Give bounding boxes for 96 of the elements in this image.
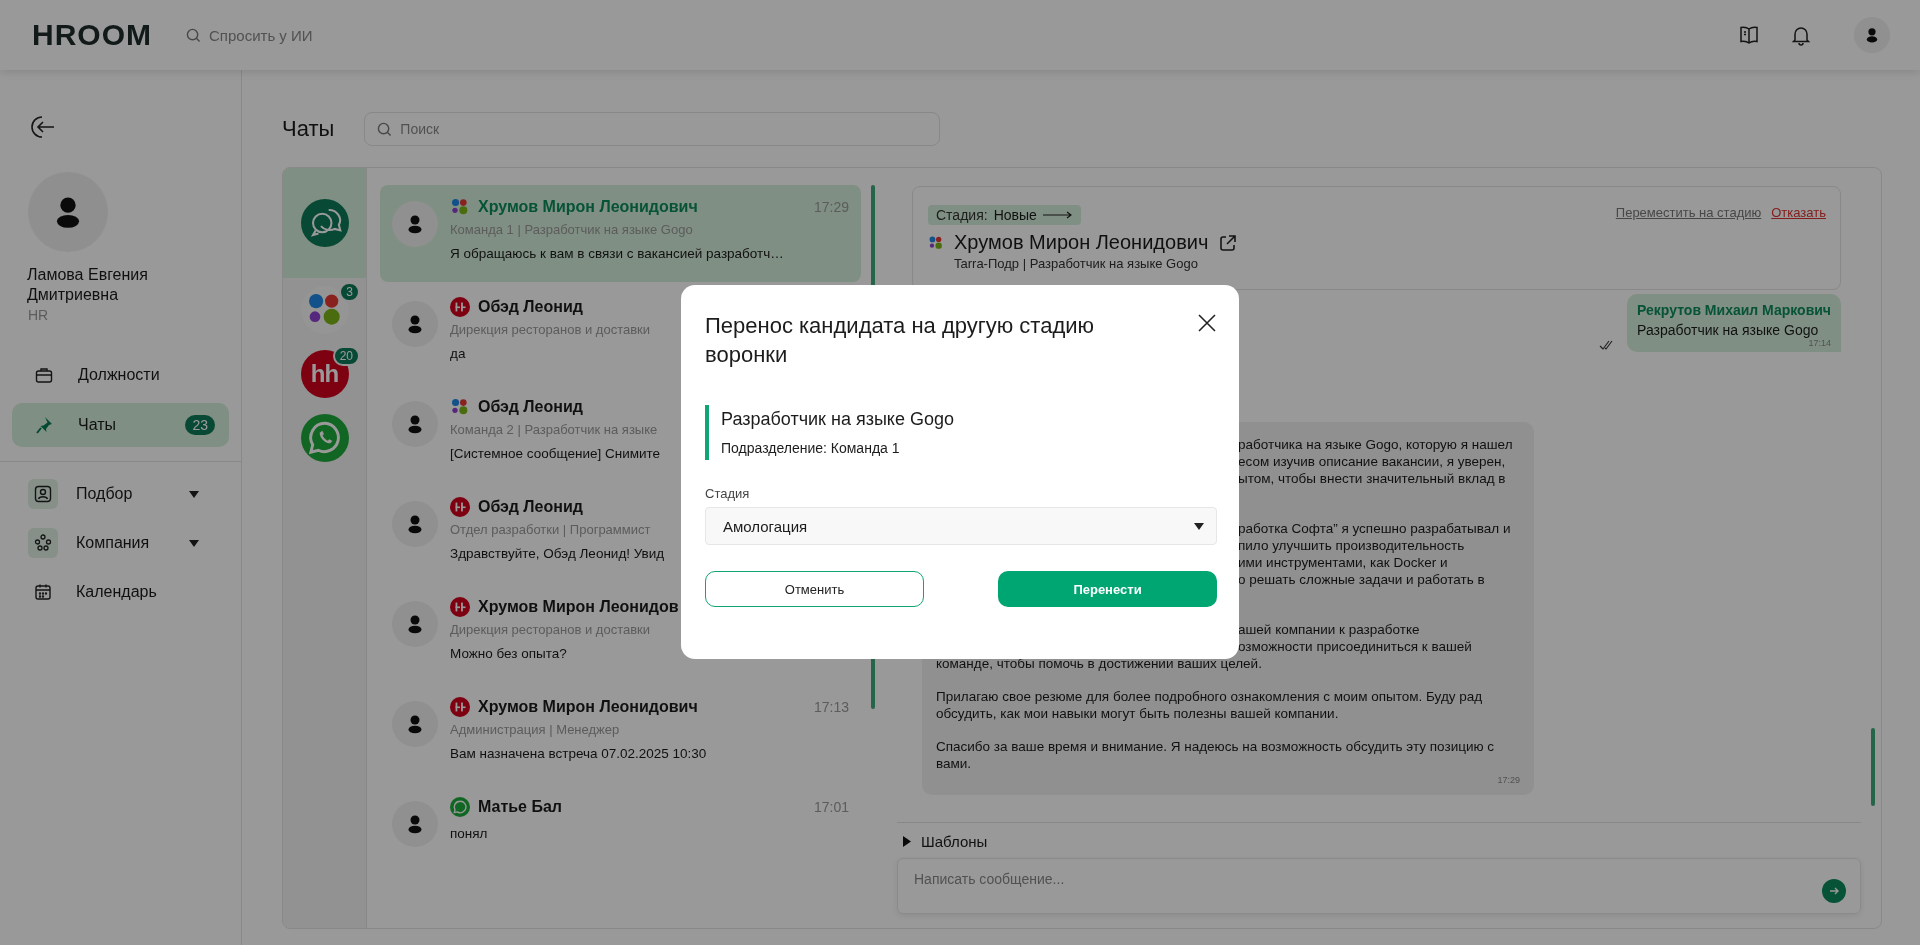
chats-icon	[300, 199, 349, 247]
stage-tag: Стадия: Новые	[928, 205, 1081, 225]
calendar-icon	[33, 582, 53, 602]
message-text: ими инструментами, как Docker и	[1238, 554, 1448, 571]
candidate-name: Хрумов Мирон Леонидович	[954, 231, 1209, 254]
nav-item[interactable]: Должности	[12, 353, 229, 397]
user-role: HR	[28, 307, 50, 323]
source-logo-icon	[450, 297, 470, 317]
source-logo-icon	[450, 697, 470, 717]
caret-icon	[189, 490, 199, 498]
stage-select[interactable]: Амологация	[705, 507, 1217, 545]
page-title: Чаты	[282, 116, 335, 142]
message-text: пило улучшить производительность	[1238, 537, 1465, 554]
contact-subtitle: Команда 2 | Разработчик на языке	[450, 422, 658, 437]
person-icon	[1864, 27, 1880, 43]
message-text: Спасибо за ваше время и внимание. Я надеюсь на возможность обсудить эту позицию с вами.	[936, 738, 1496, 772]
message-preview: Здравствуйте, Обэд Леонид! Увид	[450, 546, 665, 561]
message-preview: Можно без опыта?	[450, 646, 567, 661]
message-preview: Я обращаюсь к вам в связи с вакансией разработч…	[450, 246, 784, 261]
channel-tab[interactable]: 3	[283, 278, 366, 342]
long-arrow-icon	[1042, 211, 1073, 219]
count-badge: 23	[185, 415, 215, 435]
back-arrow-icon[interactable]	[30, 114, 56, 140]
people-group-icon	[33, 533, 53, 553]
person-card-icon	[33, 484, 53, 504]
dots-logo-icon	[928, 234, 944, 251]
bell-icon[interactable]	[1790, 24, 1812, 46]
message-text: ытом, чтобы внести значительный вклад в	[1238, 470, 1506, 487]
chat-item[interactable]: Матье Бал 17:01 понял	[380, 785, 861, 882]
nav-item[interactable]: Чаты 23	[12, 403, 229, 447]
contact-name: Матье Бал	[478, 798, 562, 816]
dialog-title: Перенос кандидата на другую стадию воронки	[705, 312, 1096, 369]
message-preview: [Системное сообщение] Снимите	[450, 446, 661, 461]
contact-name: Хрумов Мирон Леонидов	[478, 598, 679, 616]
field-label: Стадия	[705, 486, 751, 501]
nav-section[interactable]: Подбор	[12, 476, 229, 512]
count-badge: 3	[339, 282, 360, 302]
contact-subtitle: Дирекция ресторанов и доставки	[450, 622, 651, 637]
message-preview: Вам назначена встреча 07.02.2025 10:30	[450, 746, 707, 761]
sender-name: Рекрутов Михаил Маркович	[1637, 302, 1831, 318]
chat-phone-icon	[450, 797, 470, 817]
contact-name: Обэд Леонид	[478, 398, 583, 416]
message-preview: понял	[450, 826, 488, 841]
contact-subtitle: Дирекция ресторанов и доставки	[450, 322, 651, 337]
scrollbar-thumb[interactable]	[1871, 728, 1875, 806]
nav-section[interactable]: Календарь	[12, 574, 229, 610]
chat-item[interactable]: Хрумов Мирон Леонидович 17:13 Администрация | Менеджер Вам назначена встреча 07.02.2025 10:30	[380, 685, 861, 782]
channel-tab[interactable]: hh 20	[283, 342, 366, 406]
source-logo-icon	[450, 597, 470, 617]
briefcase-icon	[34, 365, 54, 385]
message-text: Разработчик на языке Gogo	[1637, 322, 1820, 338]
message-text: работка Софта” я успешно разрабатывал и	[1238, 520, 1511, 537]
candidate-subtitle: Tarra-Подр | Разработчик на языке Gogo	[954, 256, 1199, 271]
nav-section[interactable]: Компания	[12, 525, 229, 561]
caret-icon	[189, 539, 199, 547]
close-button[interactable]	[1197, 313, 1217, 333]
dots-logo-icon	[450, 397, 470, 417]
dots-logo-icon	[450, 197, 470, 217]
message-text: работчика на языке Gogo, которую я нашел	[1238, 436, 1513, 453]
triangle-right-icon[interactable]	[903, 836, 911, 847]
user-name: Ламова Евгения Дмитриевна	[27, 265, 149, 305]
reject-link[interactable]: Отказать	[1771, 205, 1826, 271]
message-time: 17:01	[813, 799, 849, 815]
external-link-icon[interactable]	[1218, 232, 1239, 253]
book-icon[interactable]	[1738, 24, 1760, 46]
user-avatar[interactable]	[1854, 17, 1890, 53]
message-text: ашей компании к разработке	[1238, 621, 1420, 638]
message-time: 17:14	[1807, 338, 1831, 348]
cancel-button[interactable]: Отменить	[705, 571, 924, 607]
message-text: Прилагаю свое резюме для более подробного ознакомления с моим опытом. Буду рад обсудить, как мои навыки могут быть полезны вашей компании.	[936, 688, 1484, 722]
pin-icon	[34, 415, 54, 435]
message-text: о решать сложные задачи и работать в	[1238, 571, 1485, 588]
send-button[interactable]	[1822, 879, 1846, 903]
chat-phone-icon	[300, 414, 349, 462]
dropdown-caret-icon	[1194, 522, 1204, 530]
source-logo-icon	[450, 497, 470, 517]
contact-subtitle: Администрация | Менеджер	[450, 722, 620, 737]
contact-name: Обэд Леонид	[478, 498, 583, 516]
contact-name: Обэд Леонид	[478, 298, 583, 316]
message-text: команде, чтобы помочь в достижении ваших целей.	[936, 655, 1263, 672]
templates-toggle[interactable]: Шаблоны	[921, 833, 988, 850]
message-preview: да	[450, 346, 466, 361]
department-text: Подразделение: Команда 1	[721, 440, 901, 456]
count-badge: 20	[332, 346, 360, 366]
search-icon	[377, 121, 393, 137]
vacancy-title: Разработчик на языке Gogo	[721, 409, 955, 430]
message-text: озможности присоединиться к вашей	[1238, 638, 1472, 655]
contact-subtitle: Отдел разработки | Программист	[450, 522, 651, 537]
arrow-icon	[1828, 885, 1840, 897]
contact-name: Хрумов Мирон Леонидович	[478, 198, 698, 216]
logo[interactable]: HROOM	[32, 18, 152, 52]
message-time: 17:13	[813, 699, 849, 715]
search-icon	[186, 27, 201, 43]
message-time: 17:29	[1496, 774, 1520, 787]
message-text: есом изучив описание вакансии, я уверен,	[1238, 453, 1506, 470]
contact-name: Хрумов Мирон Леонидович	[478, 698, 698, 716]
